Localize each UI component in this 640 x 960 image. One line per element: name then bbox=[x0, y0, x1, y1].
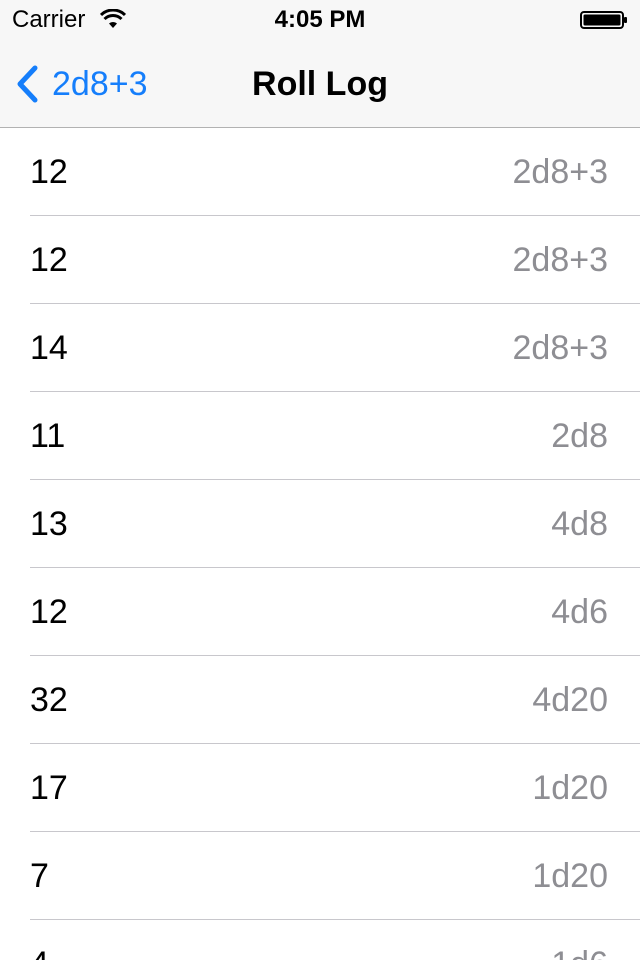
navigation-bar: 2d8+3 Roll Log bbox=[0, 40, 640, 128]
roll-formula: 2d8 bbox=[551, 417, 608, 455]
roll-formula: 1d6 bbox=[551, 920, 608, 960]
list-item[interactable]: 12 4d6 bbox=[0, 568, 640, 656]
roll-formula: 1d20 bbox=[532, 769, 608, 807]
roll-formula: 1d20 bbox=[532, 857, 608, 895]
roll-log-list[interactable]: 12 2d8+3 12 2d8+3 14 2d8+3 11 2d8 13 4d8 12 4d6 32 4d… bbox=[0, 128, 640, 960]
list-item[interactable]: 12 2d8+3 bbox=[0, 216, 640, 304]
roll-result: 4 bbox=[30, 920, 49, 960]
roll-formula: 2d8+3 bbox=[512, 241, 609, 279]
list-item[interactable]: 32 4d20 bbox=[0, 656, 640, 744]
roll-formula: 4d8 bbox=[551, 505, 608, 543]
roll-formula: 2d8+3 bbox=[512, 153, 609, 191]
status-bar: Carrier 4:05 PM bbox=[0, 0, 640, 40]
roll-formula: 2d8+3 bbox=[512, 329, 609, 367]
list-item[interactable]: 13 4d8 bbox=[0, 480, 640, 568]
status-time: 4:05 PM bbox=[274, 6, 366, 33]
roll-result: 12 bbox=[30, 593, 68, 631]
roll-result: 32 bbox=[30, 681, 68, 719]
list-item[interactable]: 11 2d8 bbox=[0, 392, 640, 480]
page-title: Roll Log bbox=[252, 65, 388, 103]
battery-icon bbox=[580, 11, 627, 29]
list-item[interactable]: 17 1d20 bbox=[0, 744, 640, 832]
roll-result: 12 bbox=[30, 241, 68, 279]
list-item[interactable]: 14 2d8+3 bbox=[0, 304, 640, 392]
roll-formula: 4d20 bbox=[532, 681, 608, 719]
roll-formula: 4d6 bbox=[551, 593, 608, 631]
roll-result: 12 bbox=[30, 153, 68, 191]
roll-result: 11 bbox=[30, 417, 66, 455]
top-bar: Carrier 4:05 PM 2d8+3 Roll Log bbox=[0, 0, 640, 128]
list-item[interactable]: 4 1d6 bbox=[0, 920, 640, 960]
roll-result: 17 bbox=[30, 769, 68, 807]
app-screen: Carrier 4:05 PM 2d8+3 Roll Log 12 2d8+3 … bbox=[0, 0, 640, 960]
list-item[interactable]: 12 2d8+3 bbox=[0, 128, 640, 216]
list-item[interactable]: 7 1d20 bbox=[0, 832, 640, 920]
roll-result: 7 bbox=[30, 857, 49, 895]
roll-result: 13 bbox=[30, 505, 68, 543]
roll-result: 14 bbox=[30, 329, 68, 367]
